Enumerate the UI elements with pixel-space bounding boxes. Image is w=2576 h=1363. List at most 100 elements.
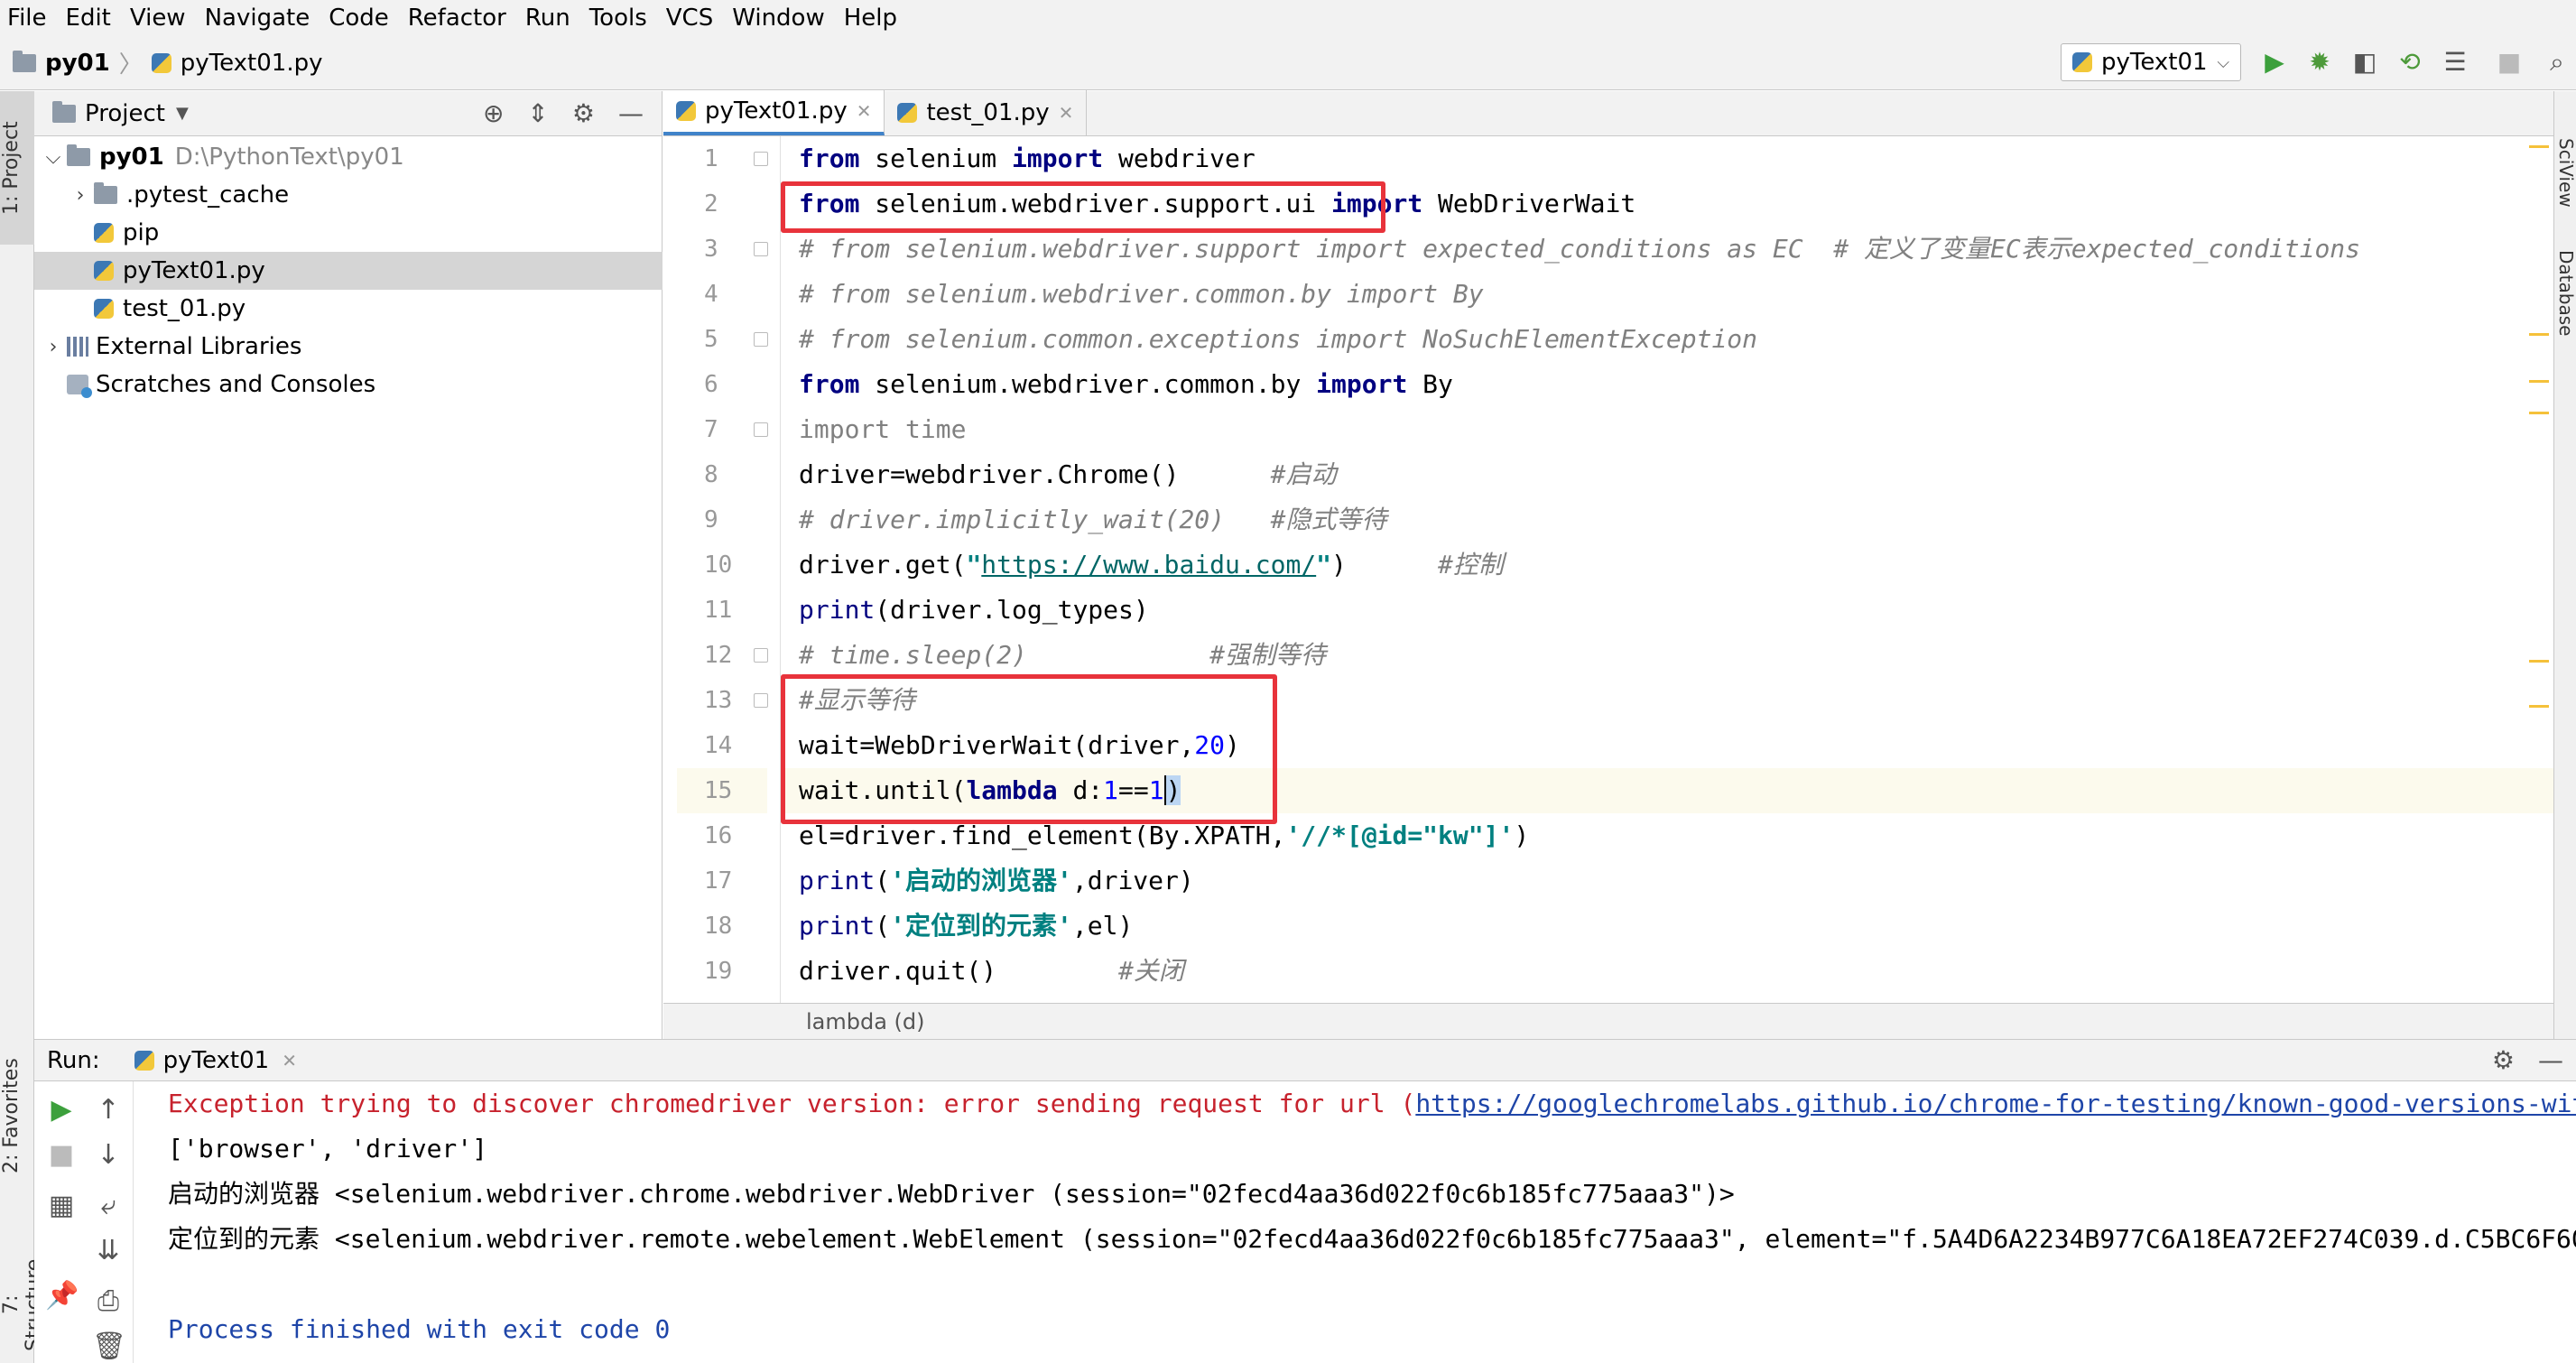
menu-navigate[interactable]: Navigate	[198, 0, 322, 36]
tool-tab-database[interactable]: Database	[2554, 245, 2576, 341]
run-tab-pytext01[interactable]: pyText01 ✕	[124, 1040, 308, 1081]
menu-tools[interactable]: Tools	[582, 0, 659, 36]
warning-marker-icon[interactable]	[2529, 333, 2549, 336]
gear-icon[interactable]: ⚙	[2492, 1045, 2515, 1075]
chevron-down-icon[interactable]: ▼	[176, 104, 189, 123]
code-line-17: print('启动的浏览器',driver)	[781, 858, 2553, 904]
close-icon[interactable]: ✕	[857, 100, 872, 122]
coverage-icon[interactable]: ◧	[2351, 49, 2378, 76]
console-line: 定位到的元素 <selenium.webdriver.remote.webele…	[168, 1224, 2576, 1254]
warning-marker-icon[interactable]	[2529, 660, 2549, 663]
run-icon[interactable]: ▶	[2261, 49, 2288, 76]
menu-code[interactable]: Code	[321, 0, 401, 36]
gear-icon[interactable]: ⚙	[572, 98, 595, 128]
code-line-18: print('定位到的元素',el)	[781, 904, 2553, 949]
tree-item-pytest-cache[interactable]: › .pytest_cache	[34, 176, 663, 214]
line-number: 17	[704, 867, 733, 895]
collapse-arrow-icon[interactable]: ›	[67, 184, 94, 207]
code-line-3: # from selenium.webdriver.support import…	[799, 234, 2361, 264]
print-icon[interactable]: ⎙	[92, 1285, 125, 1318]
locate-icon[interactable]: ⊕	[483, 98, 504, 128]
tree-item-test01[interactable]: test_01.py	[34, 290, 663, 328]
line-number: 6	[704, 371, 718, 398]
fold-marker-icon[interactable]	[754, 422, 768, 437]
layout-icon[interactable]: ▦	[45, 1190, 78, 1222]
code-editor: pyText01.py ✕ test_01.py ✕ 1 2 3 4 5 6 7…	[663, 90, 2553, 1039]
tool-tab-project[interactable]: 1: Project	[0, 91, 34, 245]
warning-marker-icon[interactable]	[2529, 145, 2549, 148]
menu-file[interactable]: File	[0, 0, 59, 36]
project-panel-title[interactable]: Project	[85, 100, 165, 127]
search-icon[interactable]: ⌕	[2544, 49, 2571, 76]
pin-icon[interactable]: 📌	[45, 1280, 79, 1312]
chevron-down-icon: ⌵	[2217, 52, 2229, 72]
code-text: (driver.log_types)	[875, 595, 1149, 625]
soft-wrap-icon[interactable]: ⤶	[92, 1190, 125, 1222]
scratches-icon	[67, 375, 92, 398]
stop-icon[interactable]: ■	[45, 1139, 78, 1172]
tool-tab-structure[interactable]: 7: Structure	[0, 1247, 45, 1363]
keyword: import	[1012, 144, 1104, 173]
expand-arrow-icon[interactable]: ⌵	[40, 146, 67, 169]
warning-marker-icon[interactable]	[2529, 380, 2549, 383]
collapse-all-icon[interactable]: ⇕	[527, 98, 548, 128]
code-text: ,driver)	[1071, 866, 1194, 895]
trash-icon[interactable]: 🗑	[92, 1331, 126, 1363]
menu-window[interactable]: Window	[725, 0, 837, 36]
code-line-11: print(driver.log_types)	[781, 588, 2553, 633]
tree-item-pip[interactable]: pip	[34, 214, 663, 252]
editor-breadcrumb-status[interactable]: lambda (d)	[663, 1003, 2553, 1039]
run-configuration-select[interactable]: pyText01 ⌵	[2061, 43, 2241, 81]
url-link[interactable]: https://www.baidu.com/	[981, 550, 1316, 580]
hide-icon[interactable]: —	[2538, 1045, 2563, 1075]
tool-tab-favorites[interactable]: 2: Favorites	[0, 1043, 34, 1188]
debug-icon[interactable]: ✹	[2306, 49, 2333, 76]
highlight-box-import	[781, 181, 1385, 233]
tab-test01[interactable]: test_01.py ✕	[885, 90, 1088, 135]
menu-edit[interactable]: Edit	[59, 0, 123, 36]
menu-run[interactable]: Run	[518, 0, 582, 36]
console-output[interactable]: Exception trying to discover chromedrive…	[168, 1081, 2576, 1363]
console-link[interactable]: https://googlechromelabs.github.io/chrom…	[1415, 1089, 2576, 1118]
stop-icon[interactable]: ■	[2496, 49, 2523, 76]
close-icon[interactable]: ✕	[282, 1050, 297, 1071]
tree-item-label: Scratches and Consoles	[96, 371, 376, 398]
tree-item-label: External Libraries	[96, 333, 302, 360]
menu-vcs[interactable]: VCS	[659, 0, 725, 36]
tree-item-external-libraries[interactable]: › External Libraries	[34, 328, 663, 366]
line-number: 10	[704, 552, 733, 579]
menu-refactor[interactable]: Refactor	[401, 0, 518, 36]
tree-item-py01[interactable]: ⌵ py01 D:\PythonText\py01	[34, 138, 663, 176]
fold-marker-icon[interactable]	[754, 648, 768, 663]
warning-marker-icon[interactable]	[2529, 705, 2549, 708]
rerun-icon[interactable]: ▶	[45, 1094, 78, 1127]
menu-view[interactable]: View	[123, 0, 198, 36]
down-arrow-icon[interactable]: ↓	[92, 1139, 125, 1172]
collapse-arrow-icon[interactable]: ›	[40, 336, 67, 358]
tree-item-pytext01[interactable]: pyText01.py	[34, 252, 663, 290]
warning-marker-icon[interactable]	[2529, 412, 2549, 414]
concurrency-icon[interactable]: ☰	[2442, 49, 2469, 76]
builtin: print	[799, 595, 876, 625]
hide-icon[interactable]: —	[618, 98, 644, 128]
breadcrumb-file[interactable]: pyText01.py	[181, 50, 323, 77]
code-area[interactable]: from selenium import webdriver from sele…	[781, 136, 2553, 1003]
tool-tab-sciview[interactable]: SciView	[2554, 133, 2576, 213]
python-icon	[134, 1050, 154, 1071]
run-tab-label: pyText01	[162, 1046, 270, 1074]
fold-marker-icon[interactable]	[754, 242, 768, 256]
fold-marker-icon[interactable]	[754, 332, 768, 347]
fold-marker-icon[interactable]	[754, 152, 768, 166]
close-icon[interactable]: ✕	[1059, 102, 1074, 124]
run-panel-label: Run:	[47, 1046, 100, 1074]
breadcrumb-project[interactable]: py01	[45, 50, 110, 77]
menu-help[interactable]: Help	[837, 0, 909, 36]
scroll-to-end-icon[interactable]: ⇊	[92, 1235, 125, 1267]
console-line: ['browser', 'driver']	[168, 1134, 488, 1164]
tree-item-scratches[interactable]: Scratches and Consoles	[34, 366, 663, 403]
tab-pytext01[interactable]: pyText01.py ✕	[663, 90, 885, 135]
up-arrow-icon[interactable]: ↑	[92, 1094, 125, 1127]
profile-icon[interactable]: ⟲	[2396, 49, 2423, 76]
fold-marker-icon[interactable]	[754, 693, 768, 708]
